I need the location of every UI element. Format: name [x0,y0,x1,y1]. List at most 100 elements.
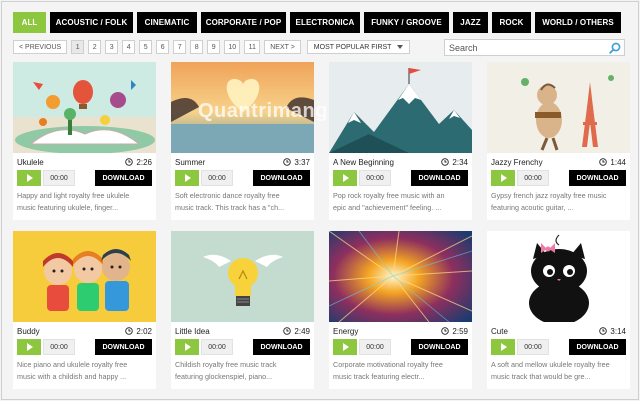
track-card: Cute 3:14 00:00 DOWNLOAD A soft and mell… [487,231,630,389]
play-button[interactable] [175,170,199,186]
playback-time: 00:00 [359,170,391,186]
audio-player: 00:00 DOWNLOAD [491,170,626,186]
play-button[interactable] [175,339,199,355]
track-thumbnail[interactable] [487,62,630,153]
description-line: epic and "achievement" feeling. ... [333,203,442,212]
page-link[interactable]: 11 [244,40,261,54]
track-title[interactable]: Energy [333,327,358,336]
page-link[interactable]: 10 [224,40,241,54]
track-thumbnail[interactable] [171,231,314,322]
play-button[interactable] [17,339,41,355]
track-meta: Energy 2:59 [333,325,468,337]
page-link[interactable]: 3 [105,40,119,54]
pagination: < PREVIOUS 1 2 3 4 5 6 7 8 9 10 11 NEXT … [13,40,411,54]
audio-player: 00:00 DOWNLOAD [175,170,310,186]
track-title[interactable]: Summer [175,158,205,167]
download-button[interactable]: DOWNLOAD [95,339,152,355]
track-card: Ukulele 2:26 00:00 DOWNLOAD Happy and li… [13,62,156,220]
playback-time: 00:00 [359,339,391,355]
track-card: Buddy 2:02 00:00 DOWNLOAD Nice piano and… [13,231,156,389]
track-thumbnail[interactable] [329,62,472,153]
sort-dropdown[interactable]: MOST POPULAR FIRST [306,40,411,54]
description-line: music with a childish and happy ... [17,372,127,381]
page-link[interactable]: 2 [88,40,102,54]
playback-time: 00:00 [43,170,75,186]
play-button[interactable] [333,170,357,186]
track-duration: 2:26 [125,158,152,167]
description-line: Corporate motivational royalty free [333,360,443,369]
page-link[interactable]: 4 [122,40,136,54]
page-link[interactable]: 7 [173,40,187,54]
page-link[interactable]: 1 [71,40,85,54]
track-meta: A New Beginning 2:34 [333,156,468,168]
category-rock[interactable]: ROCK [492,12,531,33]
track-thumbnail[interactable] [13,62,156,153]
page-link[interactable]: 8 [190,40,204,54]
track-duration: 3:14 [599,327,626,336]
audio-player: 00:00 DOWNLOAD [17,339,152,355]
clock-icon [283,327,292,335]
play-icon [27,174,33,182]
page-link[interactable]: 6 [156,40,170,54]
category-acoustic-folk[interactable]: ACOUSTIC / FOLK [50,12,133,33]
buddy-artwork [13,231,156,322]
track-card: Jazzy Frenchy 1:44 00:00 DOWNLOAD Gypsy … [487,62,630,220]
track-thumbnail[interactable] [329,231,472,322]
track-description: Gypsy french jazz royalty free music fea… [491,190,627,214]
duration-value: 3:37 [294,157,310,167]
track-thumbnail[interactable] [13,231,156,322]
search-icon[interactable] [609,42,621,54]
track-title[interactable]: Buddy [17,327,40,336]
duration-value: 2:49 [294,326,310,336]
play-button[interactable] [17,170,41,186]
track-card: Summer 3:37 00:00 DOWNLOAD Soft electron… [171,62,314,220]
clock-icon [441,158,450,166]
play-button[interactable] [333,339,357,355]
download-button[interactable]: DOWNLOAD [411,170,468,186]
category-jazz[interactable]: JAZZ [453,12,488,33]
track-duration: 3:37 [283,158,310,167]
download-button[interactable]: DOWNLOAD [95,170,152,186]
duration-value: 3:14 [610,326,626,336]
category-corporate-pop[interactable]: CORPORATE / POP [201,12,286,33]
description-line: A soft and mellow ukulele royalty free [491,360,610,369]
track-title[interactable]: Little Idea [175,327,210,336]
download-button[interactable]: DOWNLOAD [253,339,310,355]
play-button[interactable] [491,170,515,186]
category-electronica[interactable]: ELECTRONICA [290,12,360,33]
download-button[interactable]: DOWNLOAD [569,339,626,355]
track-title[interactable]: Ukulele [17,158,44,167]
download-button[interactable]: DOWNLOAD [253,170,310,186]
track-thumbnail[interactable] [487,231,630,322]
playback-time: 00:00 [201,339,233,355]
mountain-artwork [329,62,472,153]
track-description: Soft electronic dance royalty free music… [175,190,311,214]
track-title[interactable]: Jazzy Frenchy [491,158,543,167]
track-duration: 2:49 [283,327,310,336]
category-world-others[interactable]: WORLD / OTHERS [535,12,621,33]
play-button[interactable] [491,339,515,355]
track-duration: 1:44 [599,158,626,167]
next-page-button[interactable]: NEXT > [264,40,301,54]
category-cinematic[interactable]: CINEMATIC [137,12,197,33]
track-title[interactable]: A New Beginning [333,158,394,167]
track-meta: Ukulele 2:26 [17,156,152,168]
duration-value: 2:59 [452,326,468,336]
previous-page-button[interactable]: < PREVIOUS [13,40,68,54]
download-button[interactable]: DOWNLOAD [411,339,468,355]
clock-icon [283,158,292,166]
page-link[interactable]: 5 [139,40,153,54]
track-meta: Summer 3:37 [175,156,310,168]
page-link[interactable]: 9 [207,40,221,54]
search-input[interactable] [445,40,605,55]
description-line: Pop rock royalty free music with an [333,191,445,200]
audio-player: 00:00 DOWNLOAD [491,339,626,355]
ukulele-artwork [13,62,156,153]
cute-cat-artwork [487,231,630,322]
audio-player: 00:00 DOWNLOAD [333,339,468,355]
download-button[interactable]: DOWNLOAD [569,170,626,186]
category-all[interactable]: ALL [13,12,46,33]
track-card: Little Idea 2:49 00:00 DOWNLOAD Childish… [171,231,314,389]
category-funky-groove[interactable]: FUNKY / GROOVE [364,12,449,33]
track-title[interactable]: Cute [491,327,508,336]
